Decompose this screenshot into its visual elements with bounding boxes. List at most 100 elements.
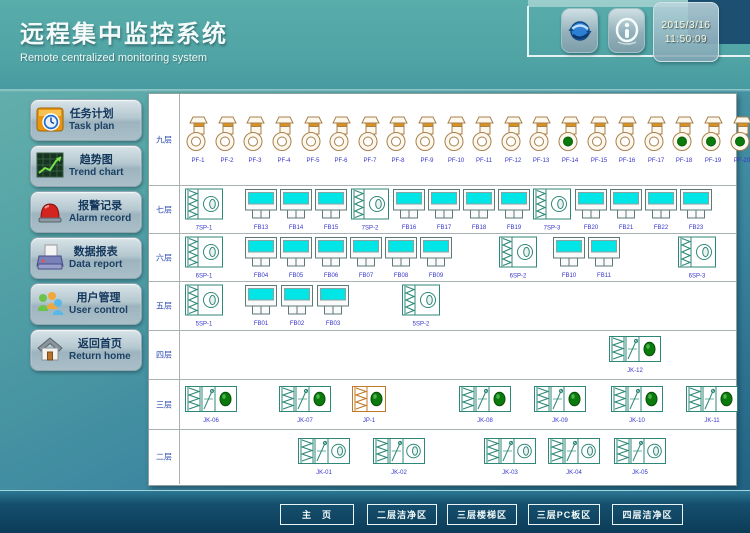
roof-exhaust-fan[interactable]: PF-7 (357, 116, 383, 164)
footer-nav-button[interactable]: 二层洁净区 (367, 504, 437, 525)
roof-exhaust-fan[interactable]: PF-15 (586, 116, 612, 164)
coil-fan-unit[interactable]: 6SP-2 (499, 236, 537, 279)
coil-fan-unit[interactable]: 7SP-3 (533, 188, 571, 231)
roof-exhaust-fan[interactable]: PF-10 (443, 116, 469, 164)
sidebar-label-zh: 任务计划 (69, 108, 114, 121)
coil-unit-running[interactable]: JP-1 (352, 386, 386, 424)
equipment-label: PF-9 (420, 158, 433, 164)
equipment-label: JK-11 (704, 418, 719, 424)
air-handling-unit-running[interactable]: JK-11 (686, 386, 738, 424)
air-handling-unit[interactable]: JK-02 (373, 438, 425, 476)
fb-air-unit[interactable]: FB19 (498, 189, 530, 231)
jk-icon (534, 386, 586, 417)
fb-air-unit[interactable]: FB21 (610, 189, 642, 231)
air-handling-unit-running[interactable]: JK-06 (185, 386, 237, 424)
equipment-label: JK-06 (203, 418, 219, 424)
sidebar-label-en: Return home (69, 351, 131, 363)
alarm-icon (35, 196, 65, 229)
air-handling-unit[interactable]: JK-01 (298, 438, 350, 476)
air-handling-unit-running[interactable]: JK-07 (279, 386, 331, 424)
fb-air-unit[interactable]: FB20 (575, 189, 607, 231)
roof-exhaust-fan-running[interactable]: PF-14 (557, 116, 583, 164)
fb-air-unit[interactable]: FB05 (280, 237, 312, 279)
fb-air-unit[interactable]: FB06 (315, 237, 347, 279)
fb-air-unit[interactable]: FB11 (588, 237, 620, 279)
roof-exhaust-fan[interactable]: PF-6 (328, 116, 354, 164)
sidebar-item-data-report[interactable]: 数据报表Data report (30, 237, 142, 279)
fb-air-unit[interactable]: FB13 (245, 189, 277, 231)
air-handling-unit[interactable]: JK-05 (614, 438, 666, 476)
sidebar-label-en: Trend chart (69, 167, 123, 179)
air-handling-unit-running[interactable]: JK-09 (534, 386, 586, 424)
coil-fan-unit[interactable]: 5SP-2 (402, 285, 440, 328)
sidebar-label-en: User control (69, 305, 128, 317)
sidebar-item-user-control[interactable]: 用户管理User control (30, 283, 142, 325)
sidebar-item-trend-chart[interactable]: 趋势图Trend chart (30, 145, 142, 187)
roof-exhaust-fan[interactable]: PF-5 (300, 116, 326, 164)
roof-exhaust-fan[interactable]: PF-13 (528, 116, 554, 164)
roof-exhaust-fan[interactable]: PF-9 (414, 116, 440, 164)
fb-air-unit[interactable]: FB04 (245, 237, 277, 279)
fb-air-unit[interactable]: FB14 (280, 189, 312, 231)
fb-air-unit[interactable]: FB10 (553, 237, 585, 279)
roof-exhaust-fan-running[interactable]: PF-20 (729, 116, 750, 164)
fb-air-unit[interactable]: FB02 (281, 285, 313, 327)
equipment-label: PF-5 (306, 158, 319, 164)
fb-icon (588, 237, 620, 272)
roof-exhaust-fan[interactable]: PF-2 (214, 116, 240, 164)
fb-icon (553, 237, 585, 272)
fb-air-unit[interactable]: FB07 (350, 237, 382, 279)
roof-exhaust-fan[interactable]: PF-16 (614, 116, 640, 164)
fb-icon (463, 189, 495, 224)
roof-exhaust-fan[interactable]: PF-4 (271, 116, 297, 164)
equipment-label: 6SP-3 (689, 273, 706, 279)
roof-exhaust-fan-running[interactable]: PF-18 (671, 116, 697, 164)
equipment-label: FB07 (359, 273, 373, 279)
air-handling-unit[interactable]: JK-03 (484, 438, 536, 476)
air-handling-unit[interactable]: JK-04 (548, 438, 600, 476)
footer-nav-button[interactable]: 三层PC板区 (528, 504, 600, 525)
fb-air-unit[interactable]: FB16 (393, 189, 425, 231)
fb-air-unit[interactable]: FB22 (645, 189, 677, 231)
air-handling-unit-running[interactable]: JK-12 (609, 336, 661, 374)
fan-icon (500, 116, 526, 157)
fb-air-unit[interactable]: FB09 (420, 237, 452, 279)
coil-fan-unit[interactable]: 6SP-1 (185, 236, 223, 279)
roof-exhaust-fan-running[interactable]: PF-19 (700, 116, 726, 164)
coil-fan-unit[interactable]: 6SP-3 (678, 236, 716, 279)
refresh-icon[interactable] (561, 8, 598, 53)
roof-exhaust-fan[interactable]: PF-12 (500, 116, 526, 164)
roof-exhaust-fan[interactable]: PF-17 (643, 116, 669, 164)
footer-nav-button[interactable]: 三层楼梯区 (447, 504, 517, 525)
coil-fan-unit[interactable]: 5SP-1 (185, 285, 223, 328)
fb-air-unit[interactable]: FB01 (245, 285, 277, 327)
footer-nav-button[interactable]: 四层洁净区 (612, 504, 683, 525)
fb-icon (280, 189, 312, 224)
coil-fan-unit[interactable]: 7SP-2 (351, 188, 389, 231)
equipment-label: FB23 (689, 225, 703, 231)
sp-icon (185, 236, 223, 272)
air-handling-unit-running[interactable]: JK-08 (459, 386, 511, 424)
sidebar-item-return-home[interactable]: 返回首页Return home (30, 329, 142, 371)
sidebar-item-task-plan[interactable]: 任务计划Task plan (30, 99, 142, 141)
fb-air-unit[interactable]: FB08 (385, 237, 417, 279)
equipment-label: FB22 (654, 225, 668, 231)
info-glyph (614, 17, 640, 45)
roof-exhaust-fan[interactable]: PF-3 (242, 116, 268, 164)
row-separator (179, 282, 180, 330)
footer-nav: 主 页二层洁净区三层楼梯区三层PC板区四层洁净区 (0, 490, 750, 533)
info-icon[interactable] (608, 8, 645, 53)
sidebar-item-alarm-record[interactable]: 报警记录Alarm record (30, 191, 142, 233)
roof-exhaust-fan[interactable]: PF-1 (185, 116, 211, 164)
air-handling-unit-running[interactable]: JK-10 (611, 386, 663, 424)
fb-air-unit[interactable]: FB03 (317, 285, 349, 327)
roof-exhaust-fan[interactable]: PF-11 (471, 116, 497, 164)
fb-air-unit[interactable]: FB17 (428, 189, 460, 231)
report-icon (35, 242, 65, 275)
fb-air-unit[interactable]: FB15 (315, 189, 347, 231)
footer-nav-button[interactable]: 主 页 (280, 504, 354, 525)
coil-fan-unit[interactable]: 7SP-1 (185, 188, 223, 231)
roof-exhaust-fan[interactable]: PF-8 (385, 116, 411, 164)
fb-air-unit[interactable]: FB23 (680, 189, 712, 231)
fb-air-unit[interactable]: FB18 (463, 189, 495, 231)
